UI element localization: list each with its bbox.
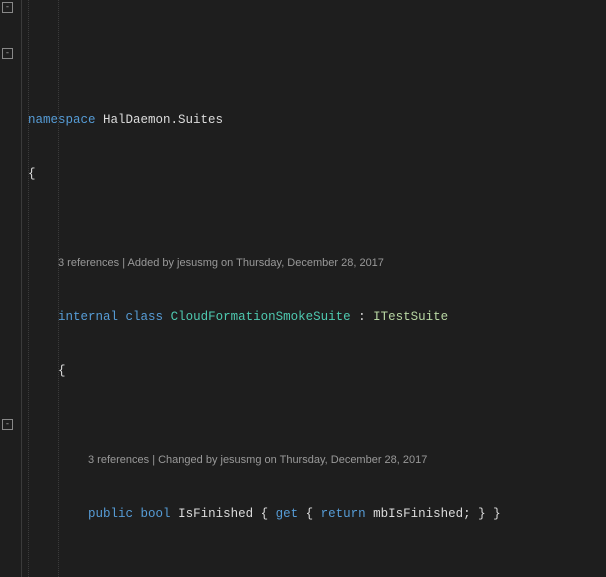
fold-icon[interactable]: -	[2, 419, 13, 430]
blank-line	[28, 560, 606, 577]
code-line[interactable]: {	[28, 362, 606, 380]
code-line[interactable]: public bool IsFinished { get { return mb…	[28, 505, 606, 523]
indent-guide	[58, 0, 59, 577]
codelens[interactable]: 3 references | Added by jesusmg on Thurs…	[28, 256, 606, 272]
gutter: - - -	[0, 0, 22, 577]
code-line[interactable]: {	[28, 165, 606, 183]
code-line[interactable]: internal class CloudFormationSmokeSuite …	[28, 308, 606, 326]
code-line[interactable]: namespace HalDaemon.Suites	[28, 111, 606, 129]
indent-guide	[28, 0, 29, 577]
fold-icon[interactable]: -	[2, 2, 13, 13]
codelens[interactable]: 3 references | Changed by jesusmg on Thu…	[28, 453, 606, 469]
code-editor[interactable]: - - - namespace HalDaemon.Suites { 3 ref…	[0, 0, 606, 577]
code-area[interactable]: namespace HalDaemon.Suites { 3 reference…	[22, 0, 606, 577]
fold-icon[interactable]: -	[2, 48, 13, 59]
